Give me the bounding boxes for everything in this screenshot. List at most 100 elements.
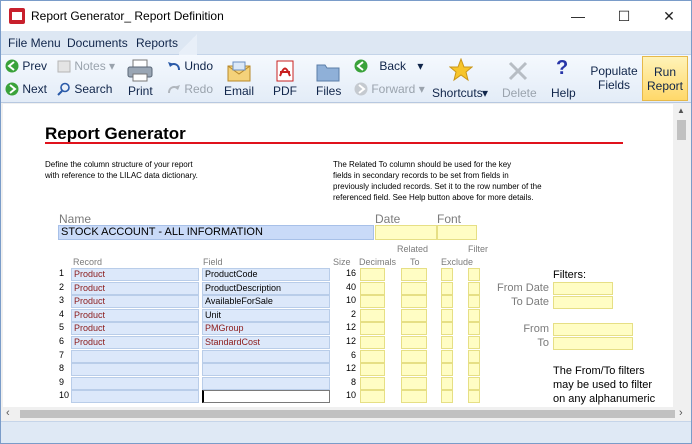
record-input[interactable]: Product bbox=[71, 322, 199, 336]
related-to-input[interactable] bbox=[401, 363, 427, 377]
back-button[interactable]: Back ▾ bbox=[354, 59, 423, 73]
decimals-input[interactable] bbox=[360, 308, 385, 322]
related-to-input[interactable] bbox=[401, 308, 427, 322]
forward-button[interactable]: Forward ▾ bbox=[354, 82, 425, 96]
date-label: Date bbox=[375, 212, 401, 226]
record-input[interactable] bbox=[71, 376, 199, 390]
field-input[interactable]: Unit bbox=[202, 308, 330, 322]
record-input[interactable]: Product bbox=[71, 295, 199, 309]
field-input[interactable] bbox=[202, 363, 330, 377]
field-input[interactable]: AvailableForSale bbox=[202, 295, 330, 309]
filter-input[interactable] bbox=[468, 349, 480, 363]
related-to-input[interactable] bbox=[401, 349, 427, 363]
record-input[interactable]: Product bbox=[71, 336, 199, 349]
field-input[interactable]: PMGroup bbox=[202, 322, 330, 336]
menu-file[interactable]: File Menu bbox=[6, 31, 63, 55]
record-input[interactable]: Product bbox=[71, 268, 199, 281]
vertical-scroll-thumb[interactable] bbox=[677, 120, 686, 140]
notes-button[interactable]: Notes ▾ bbox=[57, 59, 115, 73]
populate-fields-button[interactable]: Populate Fields bbox=[589, 64, 639, 92]
field-input[interactable] bbox=[202, 349, 330, 363]
filter-input[interactable] bbox=[468, 268, 480, 281]
next-button[interactable]: Next bbox=[5, 82, 47, 96]
filter-input[interactable] bbox=[468, 390, 480, 404]
decimals-input[interactable] bbox=[360, 281, 385, 295]
menu-documents[interactable]: Documents bbox=[65, 31, 130, 55]
minimize-button[interactable]: — bbox=[555, 1, 601, 31]
related-to-input[interactable] bbox=[401, 295, 427, 309]
record-input[interactable]: Product bbox=[71, 308, 199, 322]
help-button[interactable]: ? Help bbox=[548, 57, 578, 101]
field-input[interactable]: ProductCode bbox=[202, 268, 330, 281]
font-input[interactable] bbox=[437, 225, 477, 240]
decimals-input[interactable] bbox=[360, 322, 385, 336]
close-button[interactable]: ✕ bbox=[646, 1, 692, 31]
exclude-input[interactable] bbox=[441, 268, 453, 281]
from-input[interactable] bbox=[553, 323, 633, 336]
decimals-input[interactable] bbox=[360, 376, 385, 390]
decimals-input[interactable] bbox=[360, 295, 385, 309]
exclude-input[interactable] bbox=[441, 390, 453, 404]
prev-button[interactable]: Prev bbox=[5, 59, 47, 73]
exclude-input[interactable] bbox=[441, 322, 453, 336]
maximize-button[interactable]: ☐ bbox=[601, 1, 647, 31]
field-input[interactable]: StandardCost bbox=[202, 336, 330, 349]
filter-input[interactable] bbox=[468, 281, 480, 295]
decimals-input[interactable] bbox=[360, 336, 385, 349]
field-input[interactable]: ProductDescription bbox=[202, 281, 330, 295]
horizontal-scroll-thumb[interactable] bbox=[20, 410, 675, 418]
related-to-input[interactable] bbox=[401, 281, 427, 295]
field-input[interactable] bbox=[202, 390, 330, 404]
related-to-input[interactable] bbox=[401, 376, 427, 390]
email-button[interactable]: Email bbox=[222, 57, 256, 101]
exclude-input[interactable] bbox=[441, 336, 453, 349]
related-to-input[interactable] bbox=[401, 390, 427, 404]
undo-button[interactable]: Undo bbox=[167, 59, 213, 73]
related-to-input[interactable] bbox=[401, 268, 427, 281]
related-to-input[interactable] bbox=[401, 336, 427, 349]
record-input[interactable] bbox=[71, 363, 199, 377]
filter-input[interactable] bbox=[468, 336, 480, 349]
decimals-input[interactable] bbox=[360, 349, 385, 363]
decimals-input[interactable] bbox=[360, 390, 385, 404]
scroll-left-icon[interactable]: ‹ bbox=[6, 407, 10, 419]
filter-input[interactable] bbox=[468, 376, 480, 390]
pdf-button[interactable]: PDF bbox=[271, 57, 299, 101]
decimals-input[interactable] bbox=[360, 363, 385, 377]
exclude-input[interactable] bbox=[441, 281, 453, 295]
from-date-input[interactable] bbox=[553, 282, 613, 295]
scroll-right-icon[interactable]: › bbox=[679, 407, 683, 419]
exclude-input[interactable] bbox=[441, 295, 453, 309]
to-date-input[interactable] bbox=[553, 296, 613, 309]
menu-reports[interactable]: Reports bbox=[134, 31, 180, 55]
search-button[interactable]: Search bbox=[57, 82, 112, 96]
scroll-up-icon[interactable]: ▲ bbox=[677, 106, 685, 115]
filter-input[interactable] bbox=[468, 363, 480, 377]
record-input[interactable] bbox=[71, 390, 199, 404]
delete-button[interactable]: Delete bbox=[501, 57, 537, 101]
field-input[interactable] bbox=[202, 376, 330, 390]
report-name-input[interactable]: STOCK ACCOUNT - ALL INFORMATION bbox=[58, 225, 374, 240]
filter-input[interactable] bbox=[468, 308, 480, 322]
search-icon bbox=[57, 82, 70, 96]
exclude-input[interactable] bbox=[441, 363, 453, 377]
redo-button[interactable]: Redo bbox=[167, 82, 213, 96]
date-input[interactable] bbox=[375, 225, 437, 240]
decimals-input[interactable] bbox=[360, 268, 385, 281]
filter-input[interactable] bbox=[468, 295, 480, 309]
filter-input[interactable] bbox=[468, 322, 480, 336]
exclude-input[interactable] bbox=[441, 308, 453, 322]
exclude-input[interactable] bbox=[441, 349, 453, 363]
to-label: To bbox=[537, 337, 549, 349]
run-report-button[interactable]: Run Report bbox=[642, 56, 688, 101]
shortcuts-button[interactable]: Shortcuts ▾ bbox=[430, 57, 494, 101]
record-input[interactable] bbox=[71, 349, 199, 363]
print-button[interactable]: Print bbox=[125, 57, 155, 101]
related-to-input[interactable] bbox=[401, 322, 427, 336]
horizontal-scrollbar[interactable]: ‹ › bbox=[3, 407, 690, 421]
exclude-input[interactable] bbox=[441, 376, 453, 390]
record-input[interactable]: Product bbox=[71, 281, 199, 295]
to-input[interactable] bbox=[553, 337, 633, 350]
vertical-scrollbar[interactable]: ▲ bbox=[673, 104, 690, 407]
files-button[interactable]: Files bbox=[314, 57, 342, 101]
